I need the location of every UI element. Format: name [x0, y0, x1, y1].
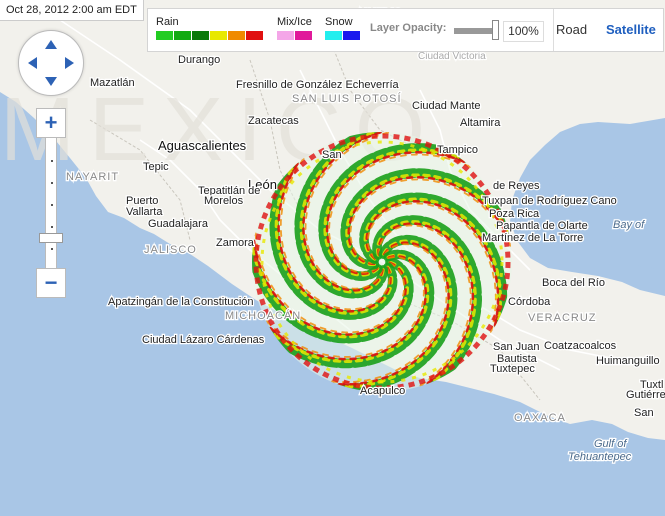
- zoom-in-button[interactable]: +: [36, 108, 66, 138]
- mix-swatch: [277, 31, 294, 40]
- map-label: Morelos: [204, 195, 244, 207]
- opacity-label: Layer Opacity:: [370, 22, 447, 34]
- pan-down-arrow-icon[interactable]: [45, 77, 57, 86]
- road-view-button[interactable]: Road: [556, 22, 587, 37]
- map-label: Vallarta: [126, 206, 163, 218]
- map-label: Acapulco: [360, 385, 405, 397]
- map-label: Coatzacoalcos: [544, 340, 617, 352]
- map-label: OAXACA: [514, 412, 566, 424]
- pan-control: [18, 30, 84, 96]
- legend-rain-label: Rain: [156, 16, 179, 28]
- map-label: Tuxpan de Rodríguez Cano: [482, 195, 617, 207]
- rain-swatch: [228, 31, 245, 40]
- map-label: Altamira: [460, 117, 501, 129]
- legend-mix-swatches: [277, 31, 313, 40]
- zoom-slider-handle[interactable]: [39, 233, 63, 243]
- zoom-out-button[interactable]: −: [36, 268, 66, 298]
- radar-map[interactable]: MEXICO NUEVOCiudad VictoriaMazatlánDuran…: [0, 0, 665, 516]
- legend-rain-swatches: [156, 31, 264, 40]
- map-label: NAYARIT: [66, 171, 119, 183]
- map-label: Tampico: [437, 144, 478, 156]
- map-label: VERACRUZ: [528, 312, 597, 324]
- map-label: Tehuantepec: [568, 451, 632, 463]
- legend-rain: Rain: [156, 16, 264, 40]
- map-label: Gutiérre: [626, 389, 665, 401]
- legend-mix-label: Mix/Ice: [277, 16, 312, 28]
- rain-swatch: [246, 31, 263, 40]
- legend-toolbar: Rain Mix/Ice Snow Layer Opacity: 100% Ro…: [147, 8, 664, 52]
- map-label: Córdoba: [508, 296, 551, 308]
- map-label: Ciudad Victoria: [418, 51, 486, 62]
- map-label: Papantla de Olarte: [496, 220, 588, 232]
- rain-swatch: [210, 31, 227, 40]
- map-label: Poza Rica: [489, 208, 540, 220]
- snow-swatch: [343, 31, 360, 40]
- map-label: Boca del Río: [542, 277, 605, 289]
- pan-right-arrow-icon[interactable]: [65, 57, 74, 69]
- map-label: Mazatlán: [90, 77, 135, 89]
- map-label: Gulf of: [594, 438, 627, 450]
- pan-up-arrow-icon[interactable]: [45, 40, 57, 49]
- opacity-value-field[interactable]: 100%: [503, 21, 544, 42]
- map-label: Ciudad Mante: [412, 100, 481, 112]
- map-label: Bay of: [613, 219, 645, 231]
- map-label: SAN LUIS POTOSÍ: [292, 92, 402, 105]
- map-label: San: [634, 407, 654, 419]
- rain-swatch: [174, 31, 191, 40]
- rain-swatch: [192, 31, 209, 40]
- zoom-tick: [51, 248, 53, 250]
- map-label: Tuxtepec: [490, 363, 535, 375]
- zoom-tick: [51, 182, 53, 184]
- rain-swatch: [156, 31, 173, 40]
- snow-swatch: [325, 31, 342, 40]
- map-label: Durango: [178, 54, 220, 66]
- zoom-tick: [51, 226, 53, 228]
- map-label: San: [322, 149, 342, 161]
- opacity-slider-handle[interactable]: [492, 20, 499, 40]
- mix-swatch: [295, 31, 312, 40]
- map-label: Guadalajara: [148, 218, 209, 230]
- map-label: Fresnillo de González Echeverría: [236, 79, 400, 91]
- zoom-tick: [51, 160, 53, 162]
- map-label: Aguascalientes: [158, 138, 247, 153]
- map-label: Ciudad Lázaro Cárdenas: [142, 334, 265, 346]
- map-label: Apatzingán de la Constitución: [108, 296, 254, 308]
- satellite-view-button[interactable]: Satellite: [606, 22, 656, 37]
- map-label: San Juan: [493, 341, 539, 353]
- map-label: JALISCO: [144, 244, 197, 256]
- map-label: MICHOACÁN: [225, 309, 301, 322]
- map-label: Huimanguillo: [596, 355, 660, 367]
- timestamp: Oct 28, 2012 2:00 am EDT: [0, 0, 144, 21]
- legend-snow-label: Snow: [325, 16, 353, 28]
- map-label: Zacatecas: [248, 115, 299, 127]
- legend-snow-swatches: [325, 31, 361, 40]
- zoom-tick: [51, 204, 53, 206]
- map-label: Zamora: [216, 237, 255, 249]
- pan-left-arrow-icon[interactable]: [28, 57, 37, 69]
- zoom-slider-track[interactable]: [45, 138, 57, 268]
- legend-snow: Snow: [325, 16, 361, 40]
- map-label: Martínez de La Torre: [482, 232, 583, 244]
- toolbar-divider: [553, 9, 554, 51]
- map-label: de Reyes: [493, 180, 540, 192]
- map-label: Tepic: [143, 161, 169, 173]
- legend-mix: Mix/Ice: [277, 16, 313, 40]
